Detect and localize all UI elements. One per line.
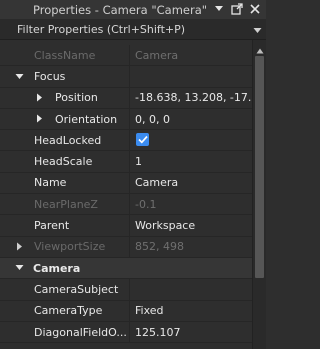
filter-placeholder: Filter Properties (Ctrl+Shift+P) <box>17 22 186 36</box>
property-value: -0.1 <box>135 197 157 211</box>
property-row-parent[interactable]: Parent Workspace <box>0 215 252 237</box>
headlocked-checkbox[interactable] <box>136 133 149 147</box>
title-bar: Properties - Camera "Camera" <box>0 0 266 19</box>
vertical-scrollbar[interactable] <box>252 40 266 349</box>
property-row-classname[interactable]: ClassName Camera <box>0 45 252 67</box>
category-camera[interactable]: Camera <box>0 257 252 280</box>
expand-arrow-icon[interactable] <box>34 114 44 124</box>
property-value <box>130 133 252 147</box>
collapse-arrow-icon[interactable] <box>14 71 24 81</box>
property-row-cameratype[interactable]: CameraType Fixed <box>0 300 252 322</box>
category-label: Camera <box>33 261 81 275</box>
close-icon[interactable] <box>248 2 262 16</box>
window-title: Properties - Camera "Camera" <box>33 2 208 17</box>
dropdown-icon[interactable] <box>212 2 226 16</box>
property-name: Name <box>0 172 130 194</box>
property-row-camerasubject[interactable]: CameraSubject <box>0 279 252 301</box>
expand-arrow-icon[interactable] <box>34 93 44 103</box>
property-name: CameraSubject <box>0 279 130 300</box>
property-name: DiagonalFieldO... <box>0 321 130 343</box>
property-row-headlocked[interactable]: HeadLocked <box>0 130 252 152</box>
property-name: ClassName <box>0 45 130 66</box>
property-value: 852, 498 <box>135 240 184 254</box>
property-row-focus[interactable]: Focus <box>0 66 252 88</box>
property-value[interactable]: 1 <box>130 155 252 168</box>
property-value[interactable]: Fixed <box>130 304 252 317</box>
property-row-viewportsize[interactable]: ViewportSize 852, 498 <box>0 236 252 258</box>
property-name: Orientation <box>0 108 130 130</box>
property-name: NearPlaneZ <box>0 194 130 215</box>
property-value[interactable]: 125.107 <box>130 326 252 339</box>
expand-arrow-icon[interactable] <box>14 242 24 252</box>
property-value[interactable]: -18.638, 13.208, -17.... <box>130 91 252 104</box>
property-row-position[interactable]: Position -18.638, 13.208, -17.... <box>0 87 252 109</box>
property-value[interactable]: 0, 0, 0 <box>130 113 252 126</box>
property-name: HeadLocked <box>0 130 130 151</box>
property-row-orientation[interactable]: Orientation 0, 0, 0 <box>0 108 252 131</box>
scrollbar-thumb[interactable] <box>255 56 264 278</box>
property-name: Position <box>0 87 130 108</box>
property-value[interactable]: Workspace <box>130 219 252 232</box>
property-row-diagonalfieldofview[interactable]: DiagonalFieldO... 125.107 <box>0 321 252 344</box>
property-name: Parent <box>0 215 130 236</box>
property-value[interactable]: Camera <box>130 176 252 189</box>
filter-dropdown-icon[interactable] <box>253 24 262 37</box>
property-row-nearplanez[interactable]: NearPlaneZ -0.1 <box>0 194 252 216</box>
undock-icon[interactable] <box>230 2 244 16</box>
filter-properties-input[interactable]: Filter Properties (Ctrl+Shift+P) <box>0 19 266 40</box>
property-row-name[interactable]: Name Camera <box>0 172 252 195</box>
property-name: HeadScale <box>0 151 130 172</box>
property-value: Camera <box>135 48 179 62</box>
collapse-arrow-icon[interactable] <box>14 263 24 273</box>
properties-grid: ClassName Camera Focus Position -18.638,… <box>0 45 252 344</box>
window-controls <box>212 2 262 16</box>
property-name: CameraType <box>0 300 130 321</box>
property-row-headscale[interactable]: HeadScale 1 <box>0 151 252 173</box>
